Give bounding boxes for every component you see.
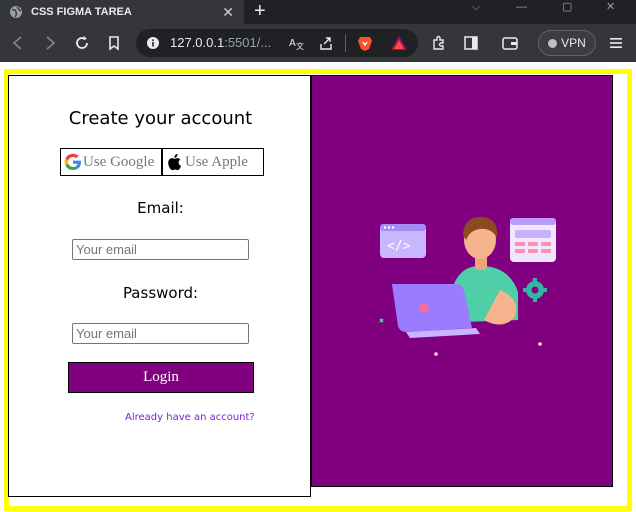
email-label: Email: bbox=[137, 199, 184, 217]
url-path: :5501/... bbox=[224, 35, 272, 50]
apple-icon bbox=[168, 154, 182, 171]
have-account-link[interactable]: Already have an account? bbox=[125, 412, 255, 423]
svg-text:文: 文 bbox=[296, 41, 304, 51]
browser-tab[interactable]: CSS FIGMA TAREA ✕ bbox=[0, 0, 244, 24]
google-icon bbox=[64, 153, 81, 170]
developer-illustration: </> bbox=[379, 216, 556, 356]
vpn-status-icon bbox=[548, 38, 558, 48]
url-host: 127.0.0.1 bbox=[170, 35, 225, 50]
apple-button-label: Use Apple bbox=[185, 153, 248, 170]
vpn-button[interactable]: VPN bbox=[538, 30, 596, 56]
globe-icon bbox=[10, 6, 22, 18]
browser-toolbar: 127.0.0.1:5501/... A文 VPN bbox=[0, 24, 636, 62]
apple-signin-button[interactable]: Use Apple bbox=[162, 148, 264, 176]
password-label: Password: bbox=[122, 284, 199, 302]
tab-search-button[interactable]: ⌵ bbox=[472, 0, 480, 14]
wallet-icon[interactable] bbox=[500, 33, 520, 53]
close-window-button[interactable]: ✕ bbox=[606, 0, 615, 14]
info-icon[interactable] bbox=[146, 36, 160, 50]
login-button[interactable]: Login bbox=[68, 362, 254, 393]
email-field[interactable] bbox=[72, 239, 249, 260]
back-icon[interactable] bbox=[8, 33, 28, 53]
google-button-label: Use Google bbox=[83, 153, 155, 170]
svg-text:A: A bbox=[289, 38, 296, 49]
vpn-label: VPN bbox=[561, 36, 586, 50]
menu-icon[interactable] bbox=[606, 33, 626, 53]
page-viewport: Create your account Use Google Use Apple… bbox=[0, 62, 636, 512]
url-text: 127.0.0.1:5501/... bbox=[170, 35, 271, 50]
tab-close-button[interactable]: ✕ bbox=[222, 3, 234, 21]
share-icon[interactable] bbox=[318, 35, 334, 51]
password-field[interactable] bbox=[72, 323, 249, 344]
page-title: Create your account bbox=[68, 108, 253, 129]
login-form-panel: Create your account Use Google Use Apple… bbox=[8, 75, 311, 497]
brave-icon[interactable] bbox=[356, 34, 374, 52]
maximize-button[interactable]: ▢ bbox=[562, 0, 572, 14]
illustration-panel: </> bbox=[311, 75, 613, 487]
address-bar[interactable]: 127.0.0.1:5501/... A文 bbox=[136, 29, 418, 57]
reload-icon[interactable] bbox=[72, 33, 92, 53]
forward-icon[interactable] bbox=[40, 33, 60, 53]
tab-strip: CSS FIGMA TAREA ✕ + ⌵ — ▢ ✕ bbox=[0, 0, 636, 24]
bookmark-icon[interactable] bbox=[104, 33, 124, 53]
minimize-button[interactable]: — bbox=[516, 0, 527, 14]
new-tab-button[interactable]: + bbox=[254, 0, 266, 22]
google-signin-button[interactable]: Use Google bbox=[60, 148, 162, 176]
tab-title: CSS FIGMA TAREA bbox=[31, 6, 132, 18]
translate-icon[interactable]: A文 bbox=[288, 35, 304, 51]
rewards-icon[interactable] bbox=[390, 34, 408, 52]
sidebar-icon[interactable] bbox=[461, 33, 481, 53]
divider bbox=[345, 34, 346, 52]
svg-text:</>: </> bbox=[387, 239, 411, 254]
extensions-icon[interactable] bbox=[429, 33, 449, 53]
